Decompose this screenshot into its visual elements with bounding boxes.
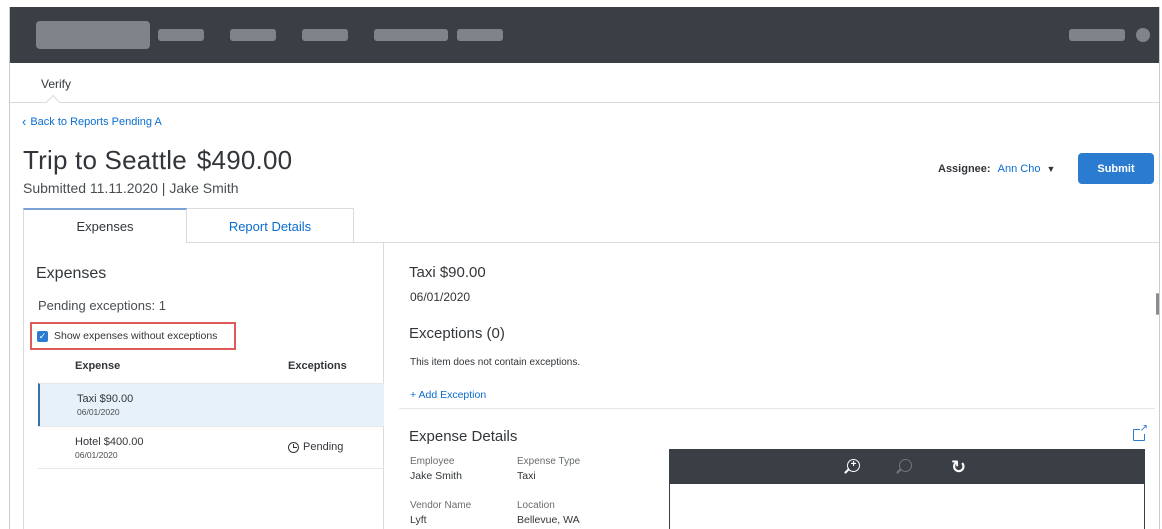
- scrollbar-thumb[interactable]: [1156, 293, 1159, 315]
- submit-button[interactable]: Submit: [1078, 153, 1154, 184]
- section-divider: [399, 408, 1155, 409]
- clock-icon: [288, 441, 299, 453]
- zoom-in-icon[interactable]: +: [844, 458, 862, 476]
- status-badge: Pending: [288, 441, 343, 453]
- subnav-item-verify[interactable]: Verify: [41, 77, 71, 91]
- nav-item-5[interactable]: [457, 29, 503, 41]
- rotate-icon[interactable]: ↻: [951, 458, 969, 476]
- viewer-toolbar: + ↻: [670, 450, 1144, 484]
- back-link-label: Back to Reports Pending A: [30, 116, 162, 128]
- report-amount: $490.00: [196, 145, 293, 175]
- nav-item-2[interactable]: [230, 29, 276, 41]
- avatar[interactable]: [1136, 28, 1150, 42]
- expense-row[interactable]: Taxi $90.00 06/01/2020: [38, 383, 384, 426]
- expense-type-value: Taxi: [517, 470, 536, 482]
- expense-type-label: Expense Type: [517, 456, 581, 467]
- column-header-expense[interactable]: Expense: [75, 360, 120, 372]
- expense-date: 06/01/2020: [75, 450, 118, 460]
- report-title: Trip to Seattle: [23, 145, 187, 175]
- page-title: Trip to Seattle $490.00: [23, 145, 292, 176]
- app-window: Verify ‹ Back to Reports Pending A Trip t…: [9, 7, 1160, 529]
- expense-detail-title: Taxi $90.00: [409, 264, 486, 281]
- tab-report-details[interactable]: Report Details: [187, 208, 354, 243]
- expense-details-heading: Expense Details: [409, 428, 518, 445]
- location-label: Location: [517, 500, 555, 511]
- expense-row[interactable]: Hotel $400.00 06/01/2020 Pending: [38, 426, 384, 469]
- receipt-viewer: + ↻: [669, 449, 1145, 529]
- assignee-label: Assignee:: [938, 163, 991, 175]
- column-header-exceptions[interactable]: Exceptions: [288, 360, 347, 372]
- back-link[interactable]: ‹ Back to Reports Pending A: [22, 113, 162, 129]
- external-link-icon[interactable]: [1133, 423, 1148, 441]
- employee-label: Employee: [410, 456, 455, 467]
- expenses-panel: Expenses Pending exceptions: 1 ✓ Show ex…: [23, 243, 384, 529]
- nav-item-1[interactable]: [158, 29, 204, 41]
- employee-value: Jake Smith: [410, 470, 462, 482]
- assignee-selector[interactable]: Assignee: Ann Cho ▼: [938, 163, 1055, 175]
- vendor-name-label: Vendor Name: [410, 500, 472, 511]
- app-logo[interactable]: [36, 21, 150, 49]
- zoom-out-icon[interactable]: [896, 458, 914, 476]
- expense-name: Hotel $400.00: [75, 436, 144, 448]
- expense-date: 06/01/2020: [77, 407, 120, 417]
- expenses-panel-title: Expenses: [36, 265, 107, 282]
- expense-name: Taxi $90.00: [77, 393, 134, 405]
- tab-expenses[interactable]: Expenses: [23, 208, 187, 243]
- top-navigation-bar: [10, 7, 1159, 63]
- status-label: Pending: [303, 441, 344, 453]
- location-value: Bellevue, WA: [517, 514, 580, 526]
- no-exceptions-text: This item does not contain exceptions.: [410, 357, 581, 368]
- chevron-left-icon: ‹: [22, 114, 27, 129]
- expense-detail-date: 06/01/2020: [410, 290, 471, 304]
- sub-navigation: Verify: [10, 63, 1159, 103]
- user-menu[interactable]: [1069, 29, 1125, 41]
- show-without-exceptions-checkbox[interactable]: ✓: [37, 330, 48, 342]
- vendor-name-value: Lyft: [410, 514, 427, 526]
- assignee-value[interactable]: Ann Cho: [998, 163, 1041, 175]
- show-without-exceptions-highlight: ✓ Show expenses without exceptions: [30, 322, 236, 350]
- report-submitted-info: Submitted 11.11.2020 | Jake Smith: [23, 180, 239, 196]
- nav-item-4[interactable]: [374, 29, 448, 41]
- zoom-in-glyph: +: [847, 459, 860, 472]
- show-without-exceptions-label[interactable]: Show expenses without exceptions: [54, 330, 217, 342]
- rotate-glyph: ↻: [951, 457, 967, 477]
- nav-item-3[interactable]: [302, 29, 348, 41]
- pending-exceptions-count: Pending exceptions: 1: [38, 298, 166, 313]
- chevron-down-icon[interactable]: ▼: [1047, 164, 1056, 174]
- exceptions-heading: Exceptions (0): [409, 325, 505, 342]
- add-exception-link[interactable]: + Add Exception: [410, 389, 486, 401]
